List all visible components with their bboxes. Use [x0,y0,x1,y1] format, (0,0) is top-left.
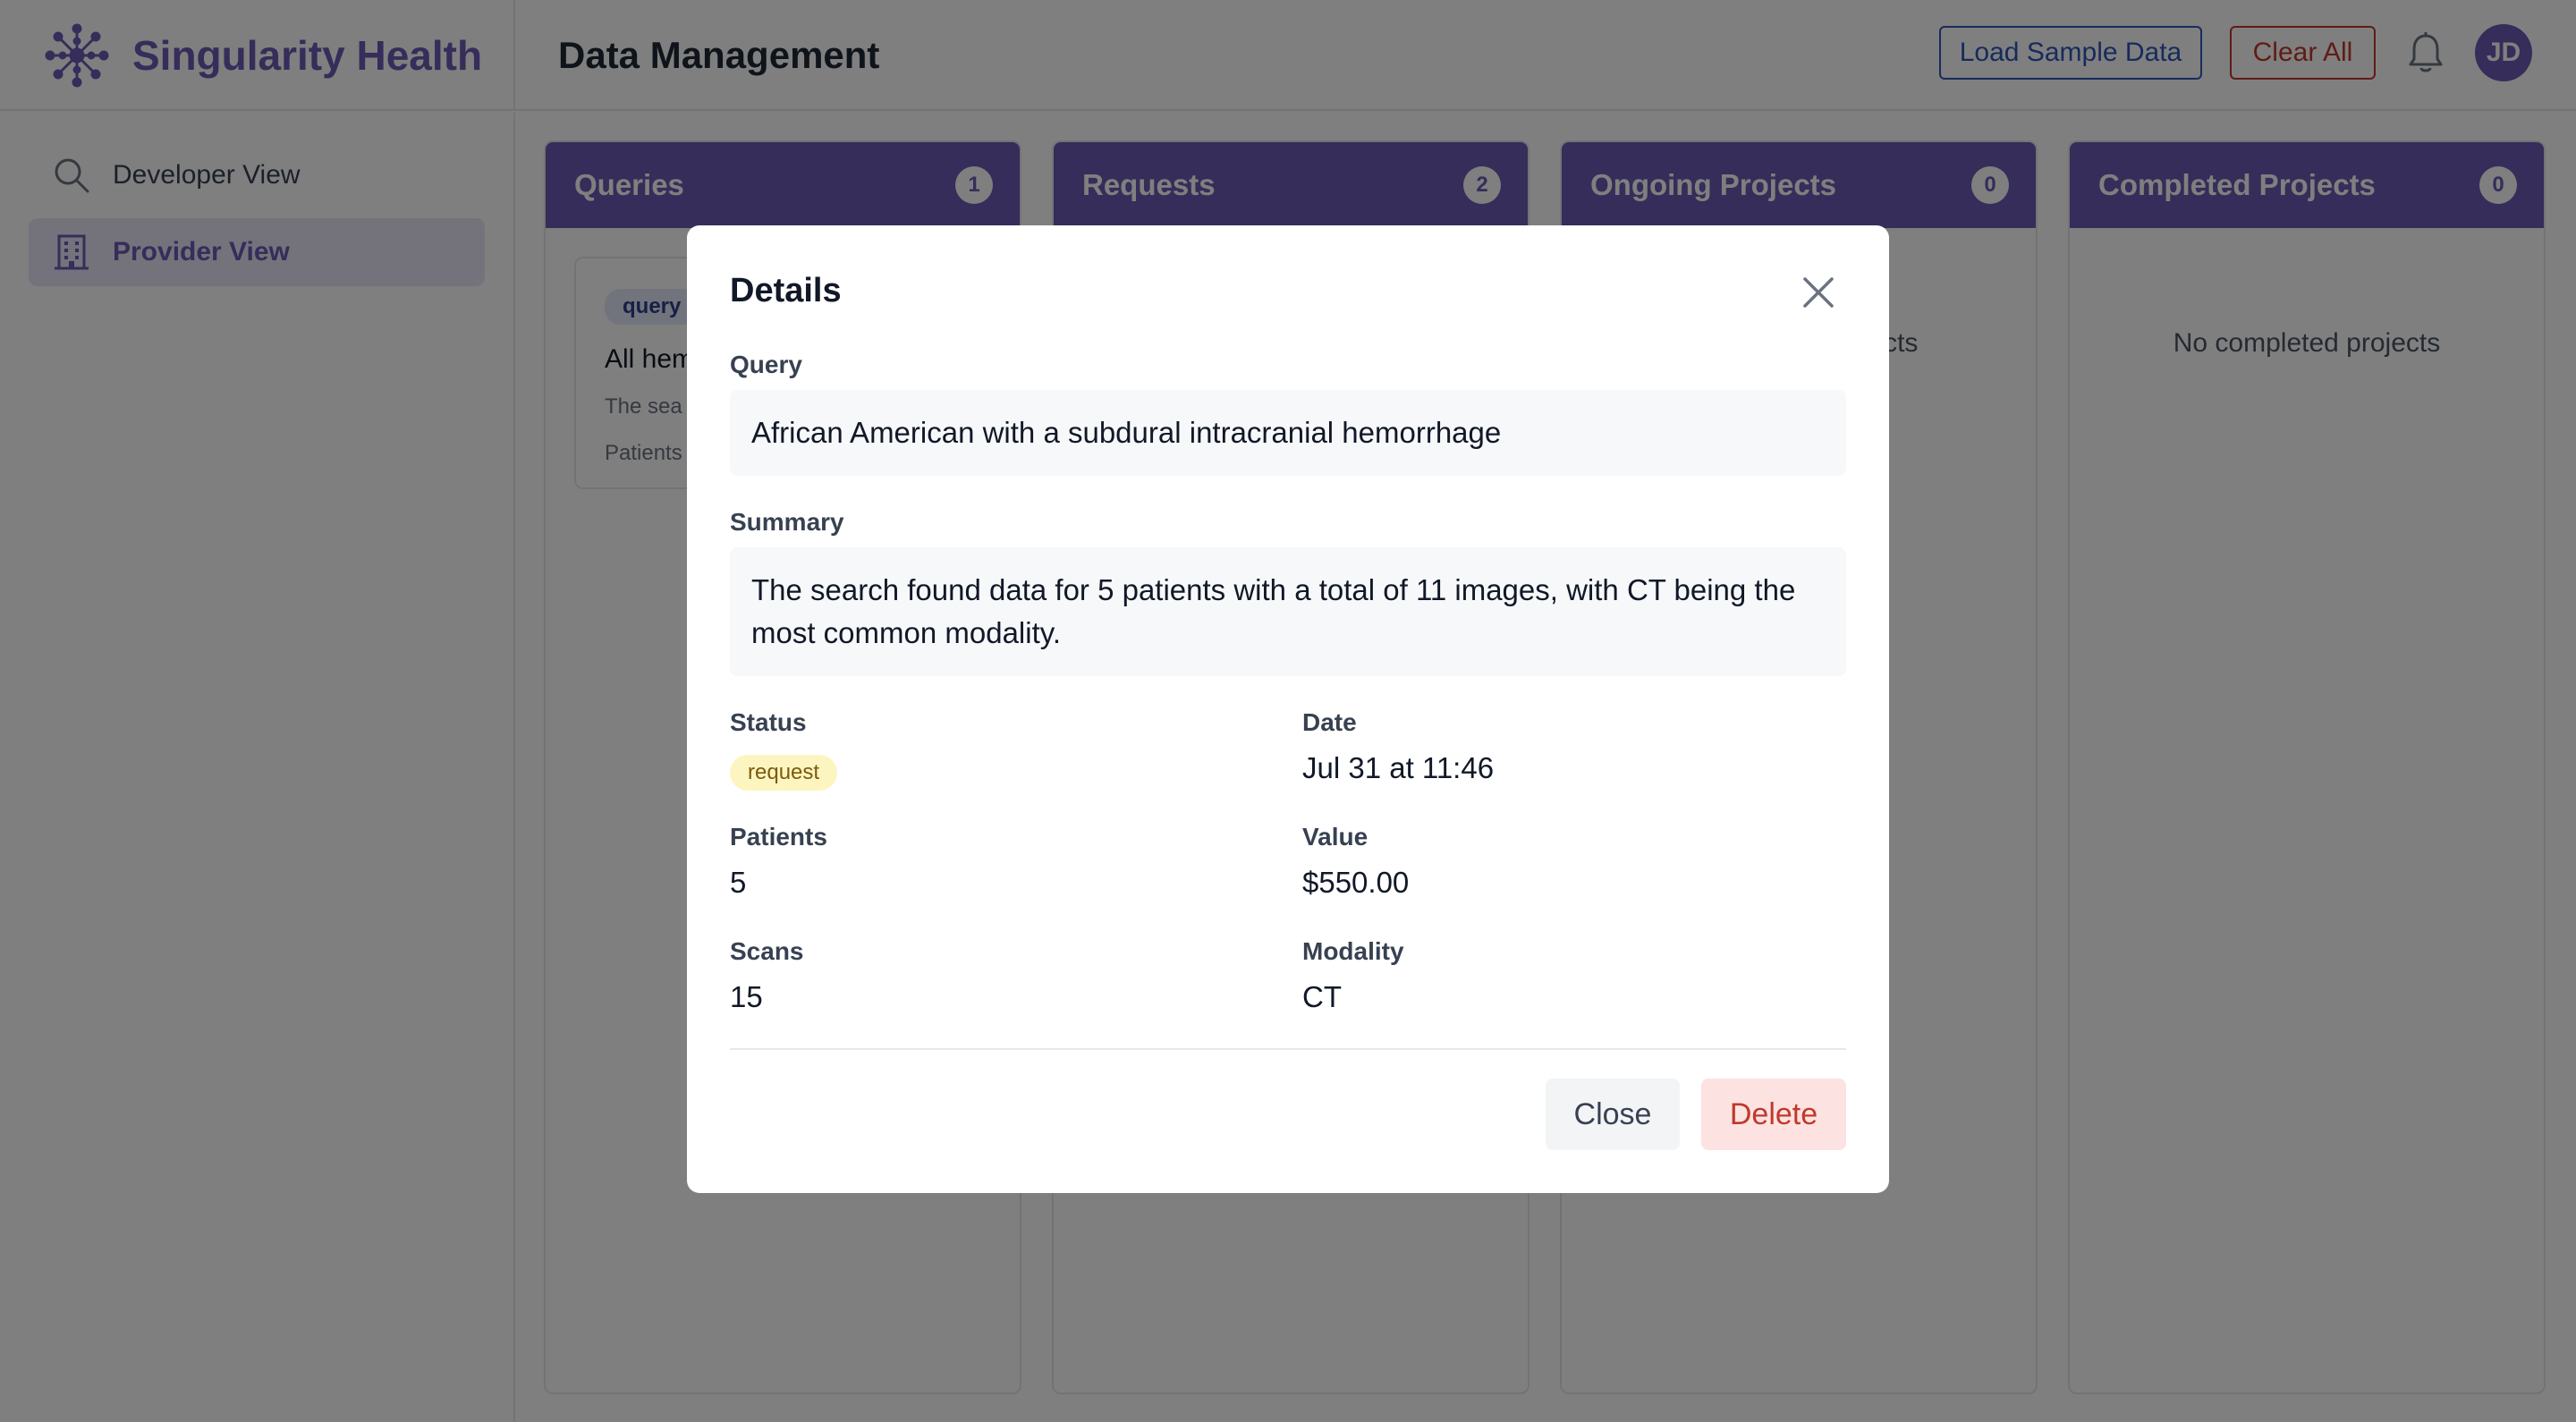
date-value: Jul 31 at 11:46 [1302,751,1495,784]
status-badge: request [730,755,838,791]
delete-button[interactable]: Delete [1701,1079,1846,1150]
patients-label: Patients [730,823,827,851]
value-amount: $550.00 [1302,866,1410,899]
date-label: Date [1302,708,1357,736]
details-modal: Details Query African American with a su… [687,225,1889,1193]
scans-label: Scans [730,937,804,965]
value-label: Value [1302,823,1368,851]
scans-value: 15 [730,980,763,1013]
query-value: African American with a subdural intracr… [730,390,1846,476]
summary-value: The search found data for 5 patients wit… [730,547,1846,676]
patients-value: 5 [730,866,747,899]
status-label: Status [730,708,807,736]
modality-value: CT [1302,980,1342,1013]
summary-label: Summary [730,508,844,536]
divider [730,1048,1846,1050]
modality-label: Modality [1302,937,1404,965]
close-icon[interactable] [1798,272,1839,313]
query-label: Query [730,351,802,378]
modal-title: Details [730,272,842,309]
close-button[interactable]: Close [1546,1079,1680,1150]
